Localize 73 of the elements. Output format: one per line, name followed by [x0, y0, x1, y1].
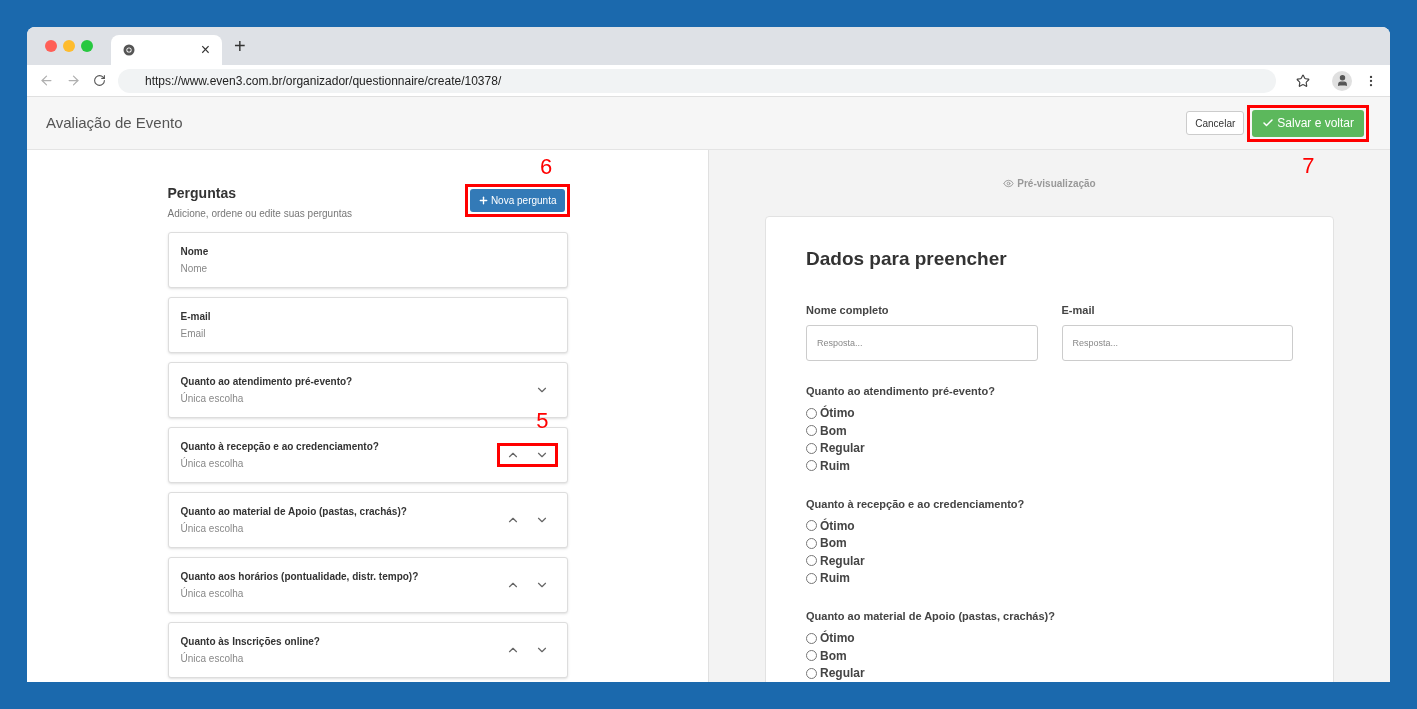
browser-tab[interactable]: × — [111, 35, 222, 65]
radio-button[interactable] — [806, 537, 817, 549]
question-card[interactable]: Quanto ao material de Apoio (pastas, crachás)? Única escolha — [167, 492, 568, 548]
question-title: E-mail — [180, 310, 212, 324]
question-title: Quanto às Inscrições online? — [180, 635, 321, 649]
highlight-frame — [496, 443, 558, 467]
question-type: Única escolha — [180, 586, 245, 601]
question-title: Quanto ao atendimento pré-evento? — [180, 375, 354, 389]
url-text: https://www.even3.com.br/organizador/questionnaire/create/10378/ — [145, 72, 502, 90]
option-label: Bom — [820, 422, 847, 440]
section-subtitle: Adicione, ordene ou edite suas perguntas — [167, 207, 353, 221]
question-title: Nome — [180, 245, 210, 259]
question-type: Nome — [180, 262, 209, 276]
question-type: Única escolha — [180, 521, 245, 536]
forward-icon[interactable] — [66, 73, 81, 88]
browser-logo-icon — [123, 44, 135, 56]
question-title: Quanto ao material de Apoio (pastas, crachás)? — [180, 505, 408, 519]
radio-button[interactable] — [806, 632, 817, 644]
question-card[interactable]: E-mail Email — [167, 297, 568, 353]
question-card[interactable]: Nome Nome — [167, 232, 568, 288]
tab-close-button[interactable]: × — [200, 42, 210, 58]
answer-field[interactable]: Resposta... — [806, 325, 1038, 361]
new-question-button[interactable]: Nova pergunta — [469, 189, 565, 212]
option-label: Regular — [820, 665, 865, 682]
option-label: Regular — [820, 552, 865, 570]
plus-icon — [477, 195, 489, 206]
preview-label: Pré-visualização — [1017, 177, 1096, 191]
section-title: Perguntas — [167, 184, 237, 203]
radio-button[interactable] — [806, 650, 817, 662]
field-label: Nome completo — [806, 302, 890, 318]
profile-avatar-icon[interactable] — [1332, 70, 1352, 91]
page-title: Avaliação de Evento — [46, 112, 184, 133]
question-text: Quanto à recepção e ao credenciamento? — [806, 496, 1026, 512]
option-label: Ótimo — [820, 629, 855, 648]
cancel-button[interactable]: Cancelar — [1186, 111, 1245, 135]
option-label: Ótimo — [820, 404, 855, 423]
bookmark-star-icon[interactable] — [1296, 73, 1310, 88]
option-label: Bom — [820, 535, 847, 553]
radio-button[interactable] — [806, 425, 817, 437]
radio-button[interactable] — [806, 520, 817, 532]
question-card[interactable]: Quanto à recepção e ao credenciamento? Única escolha — [167, 427, 568, 483]
form-title: Dados para preencher — [806, 247, 1008, 271]
option-label: Ruim — [820, 457, 850, 475]
field-label: E-mail — [1061, 302, 1096, 318]
reload-icon[interactable] — [93, 74, 106, 87]
new-tab-button[interactable]: + — [234, 36, 246, 56]
option-label: Ruim — [820, 570, 850, 588]
radio-button[interactable] — [806, 555, 817, 567]
option-label: Regular — [820, 440, 865, 458]
address-bar[interactable]: https://www.even3.com.br/organizador/questionnaire/create/10378/ — [118, 68, 1276, 93]
radio-button[interactable] — [806, 442, 817, 454]
radio-button[interactable] — [806, 667, 817, 679]
question-type: Única escolha — [180, 651, 245, 666]
back-icon[interactable] — [39, 73, 54, 88]
option-label: Bom — [820, 647, 847, 665]
radio-button[interactable] — [806, 572, 817, 584]
callout-number: 6 — [539, 156, 553, 178]
eye-icon — [1003, 178, 1015, 189]
question-text: Quanto ao material de Apoio (pastas, crachás)? — [806, 609, 1056, 624]
answer-field[interactable]: Resposta... — [1061, 325, 1293, 361]
question-type: Email — [180, 327, 207, 341]
option-label: Ótimo — [820, 517, 855, 535]
radio-button[interactable] — [806, 460, 817, 472]
question-card[interactable]: Quanto às Inscrições online? Única escolha — [167, 622, 568, 678]
check-icon — [1262, 117, 1275, 129]
question-type: Única escolha — [180, 456, 245, 471]
callout-number: 7 — [1302, 154, 1315, 177]
question-title: Quanto aos horários (pontualidade, distr. tempo)? — [180, 570, 420, 584]
question-card[interactable]: Quanto aos horários (pontualidade, distr. tempo)? Única escolha — [167, 557, 568, 613]
question-type: Única escolha — [180, 391, 245, 406]
radio-button[interactable] — [806, 407, 817, 419]
question-text: Quanto ao atendimento pré-evento? — [806, 384, 996, 399]
question-title: Quanto à recepção e ao credenciamento? — [180, 440, 380, 454]
